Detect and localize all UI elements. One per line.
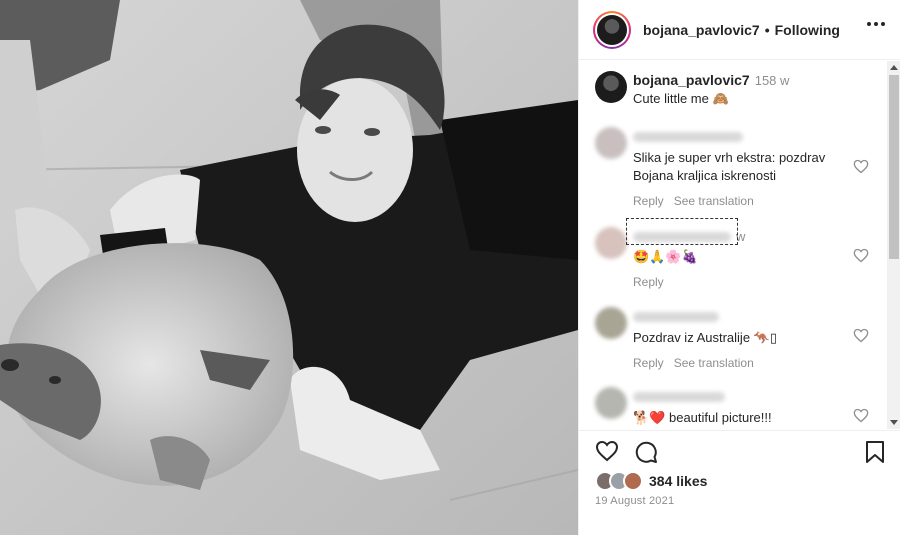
comment-actions: Reply bbox=[633, 275, 853, 289]
comments-list[interactable]: bojana_pavlovic7 158 w Cute little me 🙈 S… bbox=[579, 61, 887, 429]
comment-text: 🤩🙏🌸🍇 bbox=[633, 249, 698, 264]
more-options-icon[interactable] bbox=[867, 22, 885, 26]
see-translation-button[interactable]: See translation bbox=[674, 194, 754, 208]
small-heart-icon[interactable] bbox=[853, 159, 869, 174]
comments-scrollbar[interactable] bbox=[887, 61, 900, 429]
post-actions: 384 likes 19 August 2021 bbox=[579, 430, 900, 535]
comment-actions: Reply See translation bbox=[633, 194, 853, 208]
following-button[interactable]: Following bbox=[775, 22, 840, 38]
caption-time[interactable]: 158 w bbox=[755, 73, 790, 88]
see-translation-button[interactable]: See translation bbox=[674, 356, 754, 370]
comment-icon[interactable] bbox=[634, 440, 658, 464]
heart-icon[interactable] bbox=[595, 440, 619, 462]
header-username[interactable]: bojana_pavlovic7 bbox=[643, 22, 760, 38]
small-heart-icon[interactable] bbox=[853, 408, 869, 423]
caption-avatar[interactable] bbox=[595, 71, 627, 103]
comment-actions: Reply See translation bbox=[633, 356, 853, 370]
story-ring[interactable] bbox=[593, 10, 631, 49]
blurred-username[interactable] bbox=[633, 392, 725, 403]
comment-text: Slika je super vrh ekstra: pozdrav Bojan… bbox=[633, 150, 826, 183]
small-heart-icon[interactable] bbox=[853, 328, 869, 343]
bookmark-icon[interactable] bbox=[865, 440, 885, 464]
likes-row[interactable]: 384 likes bbox=[595, 471, 707, 491]
post-header: bojana_pavlovic7 • Following bbox=[579, 0, 900, 60]
post-image bbox=[0, 0, 578, 535]
caption-text: Cute little me 🙈 bbox=[633, 91, 729, 106]
comment-avatar[interactable] bbox=[595, 127, 627, 159]
comment-avatar[interactable] bbox=[595, 387, 627, 419]
post-date[interactable]: 19 August 2021 bbox=[595, 495, 674, 507]
header-separator: • bbox=[764, 21, 770, 38]
post-panel: bojana_pavlovic7 • Following bojana_pavl… bbox=[578, 0, 900, 535]
reply-button[interactable]: Reply bbox=[633, 194, 664, 208]
liker-avatar bbox=[623, 471, 643, 491]
selection-box bbox=[626, 218, 738, 245]
comment-text: 🐕❤️ beautiful picture!!! bbox=[633, 410, 772, 425]
blurred-username[interactable] bbox=[633, 132, 743, 143]
scrollbar-thumb[interactable] bbox=[889, 75, 899, 259]
comment-avatar[interactable] bbox=[595, 227, 627, 259]
post-photo[interactable] bbox=[0, 0, 578, 535]
comment-text: Pozdrav iz Australije 🦘▯ bbox=[633, 330, 778, 345]
caption-username[interactable]: bojana_pavlovic7 bbox=[633, 72, 750, 88]
small-heart-icon[interactable] bbox=[853, 248, 869, 263]
avatar bbox=[597, 14, 627, 45]
likes-count[interactable]: 384 likes bbox=[649, 473, 707, 489]
comment-avatar[interactable] bbox=[595, 307, 627, 339]
reply-button[interactable]: Reply bbox=[633, 356, 664, 370]
blurred-username[interactable] bbox=[633, 312, 719, 323]
reply-button[interactable]: Reply bbox=[633, 275, 664, 289]
scroll-up-arrow[interactable] bbox=[890, 65, 898, 70]
scroll-down-arrow[interactable] bbox=[890, 420, 898, 425]
